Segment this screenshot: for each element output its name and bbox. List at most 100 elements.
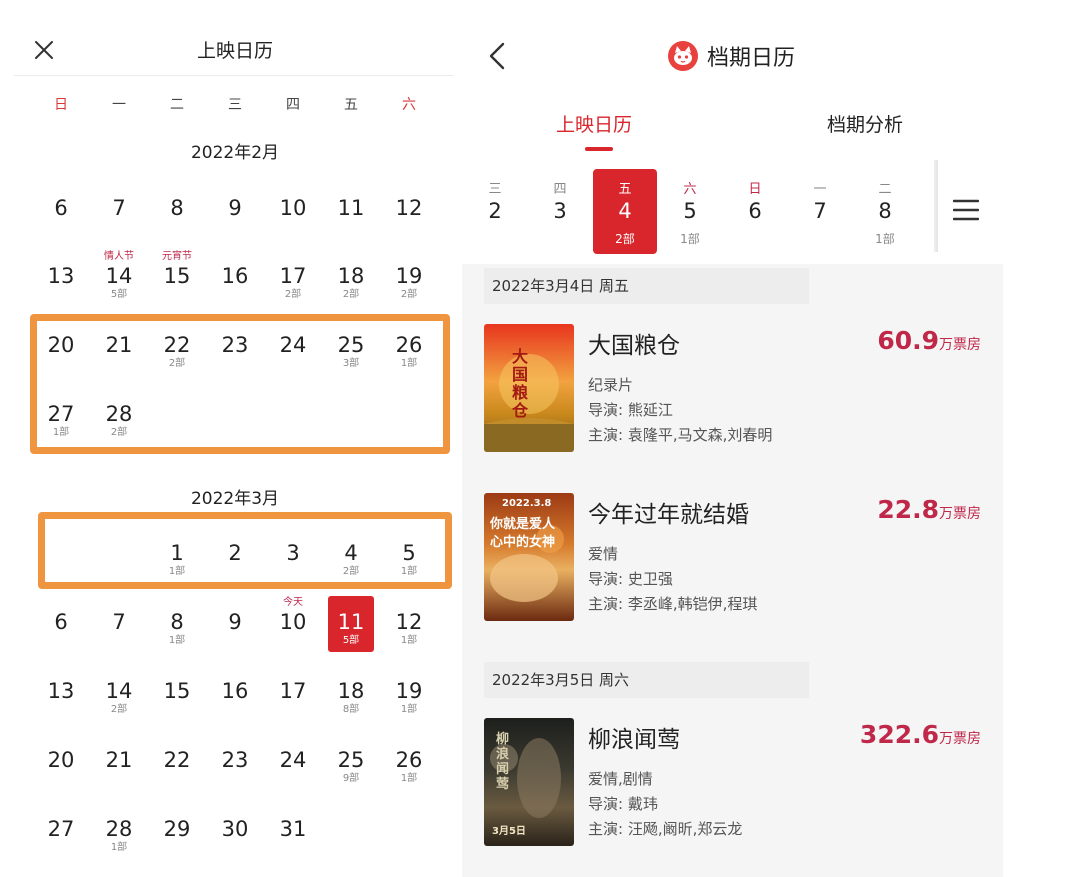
page-title: 上映日历 bbox=[196, 40, 273, 62]
box-office: 322.6万票房 bbox=[860, 720, 981, 749]
calendar-day[interactable]: 7 bbox=[90, 602, 148, 664]
calendar-day[interactable]: 7 bbox=[90, 188, 148, 250]
calendar-day[interactable]: 18 8部 bbox=[322, 671, 380, 733]
day-movie-count: 2部 bbox=[400, 289, 418, 300]
calendar-day[interactable]: 13 bbox=[32, 671, 90, 733]
calendar-day-selected[interactable]: 11 5部 bbox=[322, 596, 380, 664]
calendar-day[interactable]: 14 2部 bbox=[90, 671, 148, 733]
calendar-day[interactable]: 30 bbox=[206, 809, 264, 871]
movie-cast: 主演: 李丞峰,韩铠伊,程琪 bbox=[588, 595, 758, 613]
poster-tagline: 心中的女神 bbox=[490, 535, 556, 550]
strip-day-number: 2 bbox=[488, 199, 502, 223]
calendar-day[interactable]: 29 bbox=[148, 809, 206, 871]
day-number: 6 bbox=[54, 610, 68, 634]
day-number: 8 bbox=[170, 610, 184, 634]
brand-title: 档期日历 bbox=[707, 46, 796, 71]
tab-release-calendar[interactable]: 上映日历 bbox=[556, 110, 632, 137]
calendar-day[interactable]: 9 bbox=[206, 602, 264, 664]
calendar-day[interactable]: 17 2部 bbox=[264, 256, 322, 318]
weekday-label: 二 bbox=[170, 97, 184, 113]
calendar-day[interactable]: 9 bbox=[206, 188, 264, 250]
schedule-panel: 档期日历 上映日历 档期分析 三 2 四 3 五 4 2部六 5 1部日 6 一 7 二 8 1部 2022… bbox=[462, 0, 1003, 877]
day-number: 18 bbox=[337, 264, 365, 288]
date-strip-day[interactable]: 日6 bbox=[723, 169, 787, 254]
calendar-day[interactable]: 情人节 14 5部 bbox=[90, 251, 148, 318]
calendar-day[interactable]: 24 bbox=[264, 740, 322, 802]
strip-movie-count: 2部 bbox=[615, 232, 635, 246]
highlight-box bbox=[38, 512, 452, 589]
weekday-header: 日 一 二 三 四 五 六 bbox=[32, 94, 438, 114]
calendar-day[interactable]: 11 bbox=[322, 188, 380, 250]
date-strip-day[interactable]: 六 5 1部 bbox=[658, 169, 722, 254]
movie-card[interactable]: 大国粮仓 大国粮仓 纪录片 导演: 熊延江 主演: 袁隆平,马文森,刘春明 60… bbox=[462, 324, 1003, 474]
calendar-day[interactable]: 25 9部 bbox=[322, 740, 380, 802]
cat-logo-icon bbox=[668, 41, 698, 71]
day-number: 12 bbox=[395, 610, 423, 634]
calendar-day[interactable]: 12 1部 bbox=[380, 602, 438, 664]
calendar-day[interactable]: 10 bbox=[264, 188, 322, 250]
day-number: 14 bbox=[105, 679, 133, 703]
calendar-day[interactable]: 13 bbox=[32, 256, 90, 318]
box-office: 60.9万票房 bbox=[877, 326, 981, 355]
calendar-day[interactable]: 16 bbox=[206, 671, 264, 733]
calendar-day[interactable]: 22 bbox=[148, 740, 206, 802]
calendar-day[interactable]: 28 1部 bbox=[90, 809, 148, 871]
month-title-mar: 2022年3月 bbox=[190, 489, 280, 509]
movie-card[interactable]: 柳浪闻莺 3月5日 柳浪闻莺 爱情,剧情 导演: 戴玮 主演: 汪飏,阚昕,郑云… bbox=[462, 718, 1003, 868]
movie-cast: 主演: 袁隆平,马文森,刘春明 bbox=[588, 426, 773, 444]
date-strip-day[interactable]: 二 8 1部 bbox=[853, 169, 917, 254]
strip-weekday: 六 bbox=[683, 182, 697, 197]
calendar-day[interactable]: 19 2部 bbox=[380, 256, 438, 318]
day-number: 24 bbox=[279, 748, 307, 772]
calendar-day[interactable]: 20 bbox=[32, 740, 90, 802]
calendar-day[interactable]: 8 1部 bbox=[148, 602, 206, 664]
day-movie-count: 1部 bbox=[110, 842, 128, 853]
day-movie-count: 9部 bbox=[342, 773, 360, 784]
calendar-day[interactable]: 6 bbox=[32, 188, 90, 250]
calendar-day[interactable]: 17 bbox=[264, 671, 322, 733]
poster-date: 3月5日 bbox=[492, 826, 526, 837]
calendar-day[interactable]: 15 bbox=[148, 671, 206, 733]
divider bbox=[14, 75, 454, 76]
calendar-day[interactable]: 6 bbox=[32, 602, 90, 664]
back-icon[interactable] bbox=[484, 40, 510, 72]
strip-day-number: 7 bbox=[813, 199, 827, 223]
movie-genre: 纪录片 bbox=[588, 376, 634, 394]
calendar-day[interactable]: 8 bbox=[148, 188, 206, 250]
calendar-day[interactable]: 19 1部 bbox=[380, 671, 438, 733]
calendar-day[interactable]: 26 1部 bbox=[380, 740, 438, 802]
strip-day-number: 3 bbox=[553, 199, 567, 223]
day-movie-count: 1部 bbox=[400, 635, 418, 646]
date-strip-day[interactable]: 一7 bbox=[788, 169, 852, 254]
day-number: 18 bbox=[337, 679, 365, 703]
calendar-day[interactable]: 23 bbox=[206, 740, 264, 802]
poster-title: 大国粮仓 bbox=[512, 347, 529, 420]
calendar-day[interactable]: 31 bbox=[264, 809, 322, 871]
day-festival-label: 元宵节 bbox=[162, 251, 192, 262]
calendar-day[interactable]: 今天 10 bbox=[264, 597, 322, 664]
calendar-day[interactable]: 21 bbox=[90, 740, 148, 802]
day-movie-count: 5部 bbox=[342, 635, 360, 646]
calendar-day[interactable]: 18 2部 bbox=[322, 256, 380, 318]
strip-weekday: 五 bbox=[618, 182, 632, 197]
tab-schedule-analysis[interactable]: 档期分析 bbox=[827, 110, 903, 137]
calendar-day[interactable]: 元宵节 15 bbox=[148, 251, 206, 318]
day-number: 7 bbox=[112, 610, 126, 634]
calendar-day[interactable]: 16 bbox=[206, 256, 264, 318]
movie-title: 柳浪闻莺 bbox=[588, 727, 680, 753]
top-bar: 档期日历 上映日历 档期分析 bbox=[462, 0, 1003, 152]
date-strip-day-selected[interactable]: 五 4 2部 bbox=[593, 169, 657, 254]
date-section-header: 2022年3月5日 周六 bbox=[484, 662, 809, 698]
menu-icon[interactable] bbox=[953, 198, 979, 222]
calendar-day[interactable]: 12 bbox=[380, 188, 438, 250]
box-office-value: 60.9 bbox=[877, 326, 939, 355]
weekday-label: 一 bbox=[112, 97, 126, 113]
calendar-day[interactable]: 27 bbox=[32, 809, 90, 871]
weekday-label: 六 bbox=[402, 97, 416, 113]
date-strip-day[interactable]: 三2 bbox=[463, 169, 527, 254]
movie-director: 导演: 熊延江 bbox=[588, 401, 673, 419]
strip-day-number: 8 bbox=[878, 199, 892, 223]
date-strip-day[interactable]: 四3 bbox=[528, 169, 592, 254]
movie-card[interactable]: 2022.3.8 你就是爱人 心中的女神 今年过年就结婚 爱情 导演: 史卫强 … bbox=[462, 493, 1003, 643]
day-number: 10 bbox=[279, 196, 307, 220]
